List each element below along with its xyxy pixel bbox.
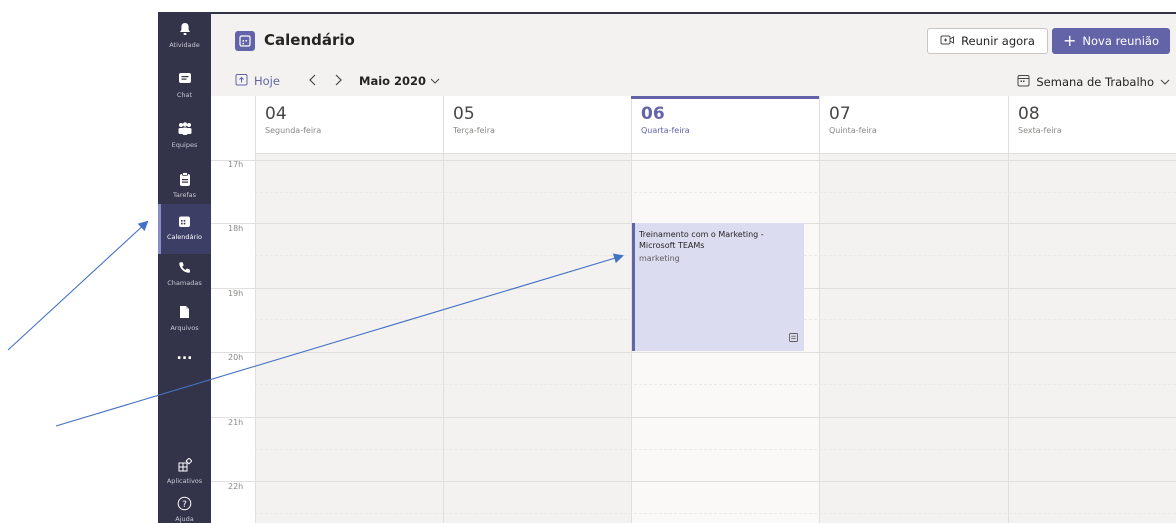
rail-item-ajuda[interactable]: ? Ajuda [158,486,211,523]
day-column-05[interactable] [443,154,631,523]
video-camera-icon [940,34,955,49]
today-label: Hoje [254,74,280,88]
hour-label: 17h [228,160,244,169]
chevron-left-icon [309,74,316,86]
hour-label: 20h [228,353,244,362]
half-hour-line [255,513,1176,514]
calendar-navbar: Hoje Maio 2020 Semana de Trabalho [211,66,1176,96]
day-name: Quarta-feira [641,126,690,135]
hour-line [211,417,1176,418]
hour-label: 19h [228,289,244,298]
file-icon [158,304,211,320]
day-name: Terça-feira [453,126,495,135]
calendar-app-icon [235,31,255,51]
day-number: 07 [829,104,851,124]
day-header-05[interactable]: 05 Terça-feira [443,96,631,154]
today-button[interactable]: Hoje [235,73,280,89]
tasks-icon [158,171,211,187]
day-name: Quinta-feira [829,126,877,135]
svg-text:?: ? [182,499,187,509]
chat-icon [158,71,211,87]
hour-line [211,352,1176,353]
plus-icon: + [1063,31,1077,50]
rail-item-label: Arquivos [170,324,199,332]
rail-item-calendario[interactable]: Calendário [158,204,211,254]
view-selector[interactable]: Semana de Trabalho [1017,74,1170,90]
next-week-button[interactable] [330,72,346,88]
day-column-07[interactable] [819,154,1008,523]
phone-icon [158,259,211,275]
calendar-view-icon [1017,74,1030,90]
rail-item-atividade[interactable]: Atividade [158,12,211,62]
calendar-icon [158,213,211,229]
half-hour-line [255,192,1176,193]
teams-icon [158,121,211,137]
rail-item-label: Ajuda [175,515,194,523]
teams-calendar-screen: Atividade Chat Equipes Tarefas Calendári… [0,0,1176,523]
rail-item-arquivos[interactable]: Arquivos [158,295,211,345]
rail-item-label: Tarefas [172,191,197,199]
month-label: Maio 2020 [359,74,427,88]
chevron-down-icon [1160,75,1170,89]
today-calendar-icon [235,73,248,89]
page-title: Calendário [264,31,355,49]
previous-week-button[interactable] [305,72,321,88]
rail-item-label: Equipes [171,141,198,149]
day-header-07[interactable]: 07 Quinta-feira [819,96,1008,154]
month-picker[interactable]: Maio 2020 [359,74,440,88]
help-icon: ? [158,495,211,511]
bell-icon [158,21,211,37]
chevron-right-icon [335,74,342,86]
calendar-event[interactable]: Treinamento com o Marketing - Microsoft … [632,223,804,351]
day-name: Sexta-feira [1018,126,1062,135]
chevron-down-icon [430,74,440,88]
rail-item-label: Atividade [169,41,200,49]
meet-now-label: Reunir agora [961,34,1035,48]
day-number: 06 [641,104,665,124]
rail-item-label: Calendário [166,233,202,241]
hour-line [211,481,1176,482]
new-meeting-label: Nova reunião [1082,34,1159,48]
app-rail: Atividade Chat Equipes Tarefas Calendári… [158,12,211,523]
day-number: 04 [265,104,287,124]
arrow-to-calendar-tab [7,220,149,351]
day-number: 08 [1018,104,1040,124]
more-apps-button[interactable]: ... [158,345,211,375]
rail-item-chat[interactable]: Chat [158,62,211,112]
apps-icon [158,457,211,473]
day-header-06[interactable]: 06 Quarta-feira [631,96,819,154]
meet-now-button[interactable]: Reunir agora [927,28,1048,54]
more-icon: ... [176,347,193,363]
day-header-04[interactable]: 04 Segunda-feira [255,96,443,154]
rail-item-equipes[interactable]: Equipes [158,112,211,162]
calendar-header: Calendário Reunir agora + Nova reunião [211,12,1176,66]
day-header-08[interactable]: 08 Sexta-feira [1008,96,1176,154]
hour-label: 18h [228,224,244,233]
view-label: Semana de Trabalho [1036,75,1154,89]
event-channel: marketing [639,254,680,263]
week-grid: 04 Segunda-feira 05 Terça-feira 06 Quart… [211,96,1176,523]
new-meeting-button[interactable]: + Nova reunião [1052,28,1170,54]
meeting-notes-icon [789,327,798,346]
day-column-08[interactable] [1008,154,1176,523]
rail-item-chamadas[interactable]: Chamadas [158,250,211,300]
rail-item-label: Chamadas [167,279,202,287]
day-column-04[interactable] [255,154,443,523]
hour-label: 22h [228,482,244,491]
day-name: Segunda-feira [265,126,322,135]
event-title: Treinamento com o Marketing - Microsoft … [639,230,764,250]
rail-item-label: Chat [176,91,193,99]
half-hour-line [255,384,1176,385]
day-number: 05 [453,104,475,124]
hour-label: 21h [228,418,244,427]
hour-line [211,160,1176,161]
rail-item-label: Aplicativos [166,477,203,485]
half-hour-line [255,449,1176,450]
